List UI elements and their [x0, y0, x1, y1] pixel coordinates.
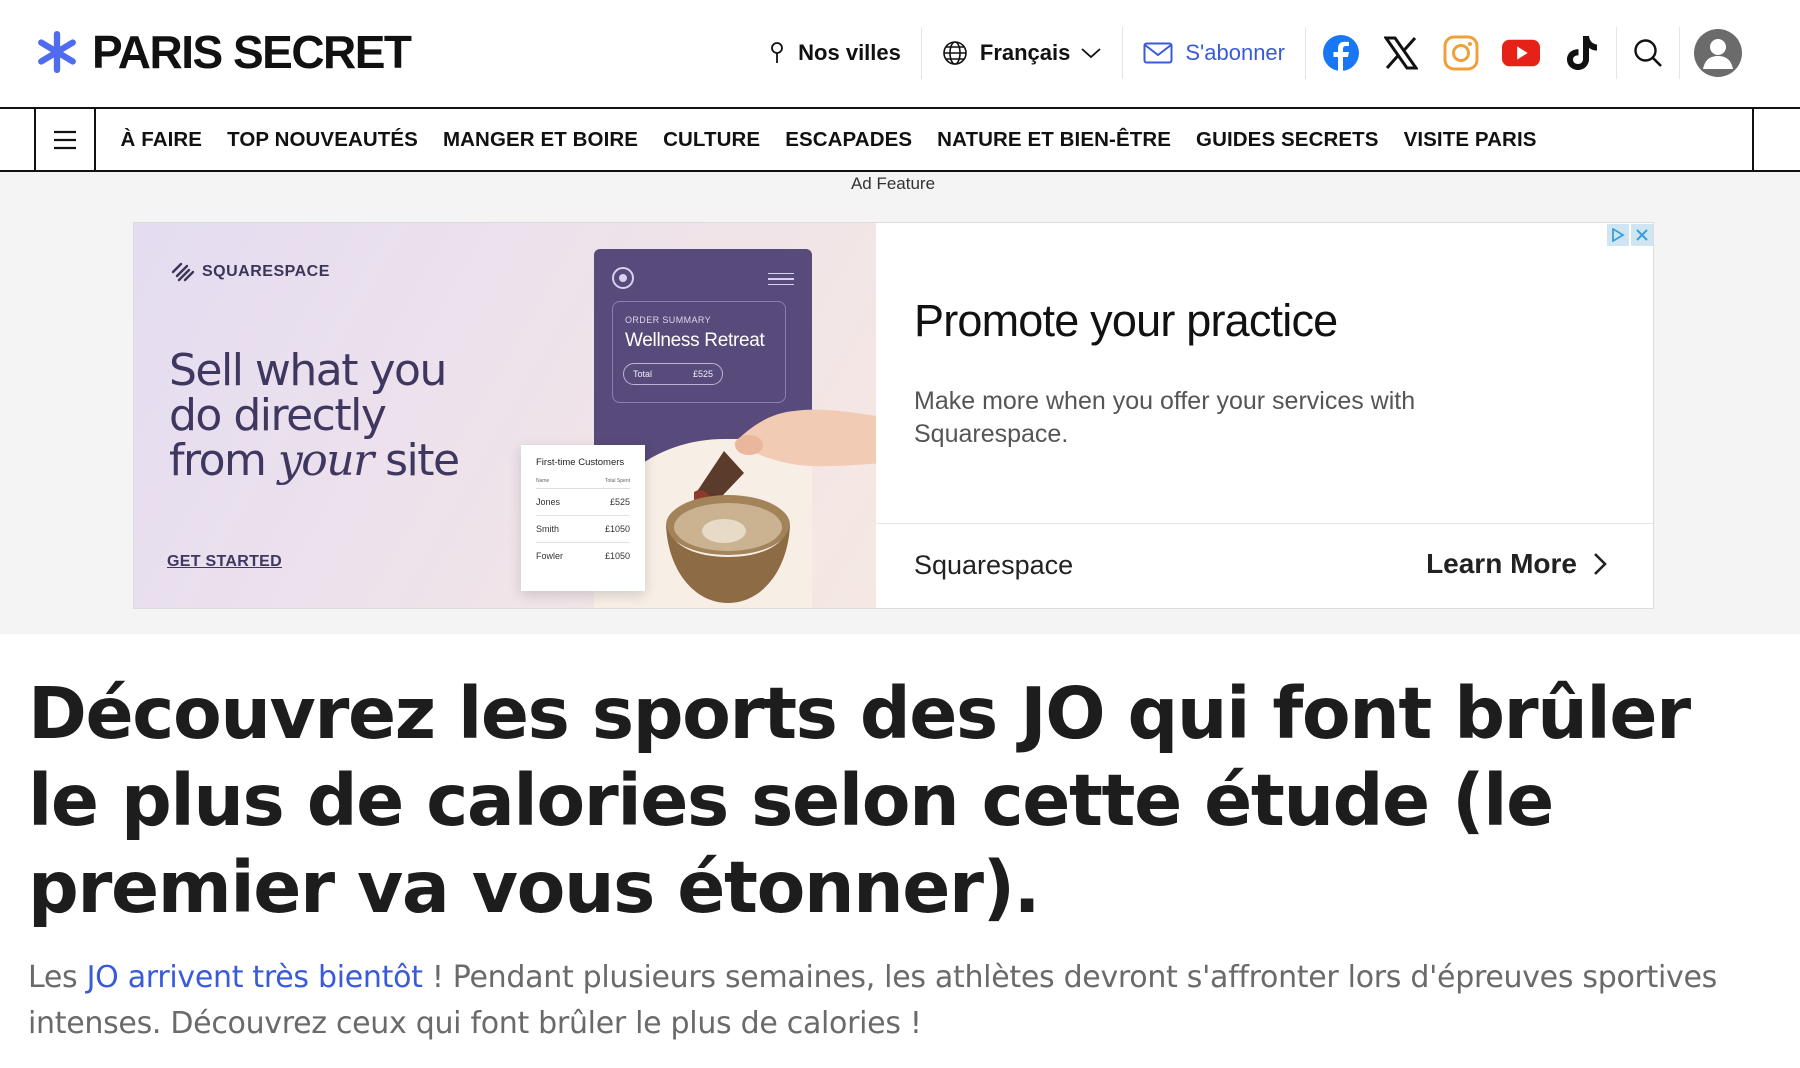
customers-card-header: Name Total Spent: [536, 478, 630, 489]
user-account-button[interactable]: [1694, 29, 1742, 77]
order-summary-label: ORDER SUMMARY: [625, 315, 712, 325]
customer-name: Fowler: [536, 551, 564, 561]
subscribe-label: S'abonner: [1185, 40, 1285, 65]
search-button[interactable]: [1617, 38, 1679, 68]
ad-section: Ad Feature SQUARESPACE Sell what you do …: [0, 172, 1800, 634]
ad-title[interactable]: Promote your practice: [914, 295, 1338, 347]
squarespace-logo-text: SQUARESPACE: [202, 263, 330, 280]
ad-headline-from: from: [169, 435, 278, 486]
nav-items: À FAIRE TOP NOUVEAUTÉS MANGER ET BOIRE C…: [96, 128, 1549, 152]
ad-text-panel[interactable]: Promote your practice Make more when you…: [876, 223, 1653, 608]
cities-label: Nos villes: [798, 40, 901, 65]
hamburger-icon: [54, 130, 76, 149]
adchoices-icon[interactable]: [1607, 224, 1629, 246]
instagram-icon[interactable]: [1442, 34, 1480, 72]
customers-col-spent: Total Spent: [604, 478, 630, 484]
nav-item-guides-secrets[interactable]: GUIDES SECRETS: [1184, 128, 1392, 152]
nav-item-top-nouveautes[interactable]: TOP NOUVEAUTÉS: [215, 128, 431, 152]
header-divider: [1679, 27, 1680, 79]
ad-headline-line-3: from your site: [169, 438, 499, 483]
ad-headline-line-1: Sell what you: [169, 345, 447, 396]
x-icon[interactable]: [1382, 34, 1420, 72]
site-header: PARIS SECRET Nos villes Français S'abonn…: [0, 0, 1800, 107]
customers-card: First-time Customers Name Total Spent Jo…: [521, 445, 645, 591]
subscribe-button[interactable]: S'abonner: [1123, 26, 1305, 80]
mail-icon: [1143, 42, 1173, 64]
customer-amount: £525: [609, 497, 630, 507]
social-links: [1306, 34, 1616, 72]
nav-item-escapades[interactable]: ESCAPADES: [773, 128, 925, 152]
asterisk-logo-icon: [38, 31, 76, 73]
close-ad-icon[interactable]: [1631, 224, 1653, 246]
customer-name: Jones: [536, 497, 561, 507]
customers-row: Jones £525: [536, 489, 630, 516]
article-intro-start: Les: [28, 960, 87, 995]
language-label: Français: [979, 40, 1071, 65]
tiktok-icon[interactable]: [1562, 34, 1600, 72]
adchoices: [1607, 224, 1653, 246]
nav-item-nature-et-bien-etre[interactable]: NATURE ET BIEN-ÊTRE: [925, 128, 1184, 152]
ad-headline-site: site: [372, 435, 460, 486]
ad-footer: Squarespace Learn More: [876, 523, 1653, 608]
ad-feature-label: Ad Feature: [850, 174, 936, 193]
nav-item-culture[interactable]: CULTURE: [651, 128, 773, 152]
map-pin-icon: [771, 42, 784, 63]
customers-row: Fowler £1050: [536, 543, 630, 569]
nav-item-manger-et-boire[interactable]: MANGER ET BOIRE: [430, 128, 650, 152]
customer-name: Smith: [536, 524, 560, 534]
globe-icon: [943, 41, 967, 65]
ad-advertiser: Squarespace: [914, 550, 1074, 580]
customers-row: Smith £1050: [536, 516, 630, 543]
nav-item-a-faire[interactable]: À FAIRE: [108, 128, 215, 152]
ad-banner[interactable]: SQUARESPACE Sell what you do directly fr…: [133, 222, 1654, 609]
phone-menu-icon: [768, 273, 794, 285]
customers-col-name: Name: [536, 478, 550, 484]
order-summary-title: Wellness Retreat: [625, 330, 765, 351]
cities-button[interactable]: Nos villes: [748, 26, 921, 80]
singing-bowl-illustration: [666, 495, 790, 603]
ad-headline-your: your: [277, 435, 374, 486]
customer-amount: £1050: [604, 551, 630, 561]
chevron-right-icon: [1594, 553, 1607, 575]
ad-visual[interactable]: SQUARESPACE Sell what you do directly fr…: [134, 223, 876, 608]
article-title: Découvrez les sports des JO qui font brû…: [28, 672, 1691, 929]
squarespace-logo-icon: [171, 262, 195, 282]
main-nav: À FAIRE TOP NOUVEAUTÉS MANGER ET BOIRE C…: [0, 107, 1800, 172]
menu-button[interactable]: [36, 109, 96, 170]
search-icon: [1634, 39, 1662, 67]
article-intro-link[interactable]: JO arrivent très bientôt: [87, 960, 423, 995]
user-icon: [1703, 39, 1733, 69]
ad-visual-headline: Sell what you do directly from your site: [169, 348, 499, 483]
header-actions: Nos villes Français S'abonner: [748, 26, 1742, 80]
site-logo[interactable]: PARIS SECRET: [36, 24, 412, 80]
facebook-icon[interactable]: [1322, 34, 1360, 72]
nav-inner: À FAIRE TOP NOUVEAUTÉS MANGER ET BOIRE C…: [34, 109, 1754, 170]
squarespace-logo: SQUARESPACE: [170, 261, 330, 283]
customer-amount: £1050: [604, 524, 630, 534]
phone-logo-icon: [612, 267, 634, 289]
site-title: PARIS SECRET: [92, 26, 412, 78]
nav-item-visite-paris[interactable]: VISITE PARIS: [1391, 128, 1549, 152]
ad-headline-line-2: do directly: [169, 390, 387, 441]
learn-more-label: Learn More: [1426, 548, 1577, 579]
learn-more-button[interactable]: Learn More: [1426, 548, 1607, 580]
customers-card-title: First-time Customers: [536, 457, 625, 468]
youtube-icon[interactable]: [1502, 34, 1540, 72]
order-total-label: Total: [633, 369, 653, 379]
language-selector[interactable]: Français: [922, 26, 1123, 80]
ad-description: Make more when you offer your services w…: [914, 387, 1416, 448]
chevron-down-icon: [1081, 48, 1101, 59]
article-intro: Les JO arrivent très bientôt ! Pendant p…: [28, 955, 1718, 1047]
get-started-link[interactable]: GET STARTED: [167, 553, 282, 571]
